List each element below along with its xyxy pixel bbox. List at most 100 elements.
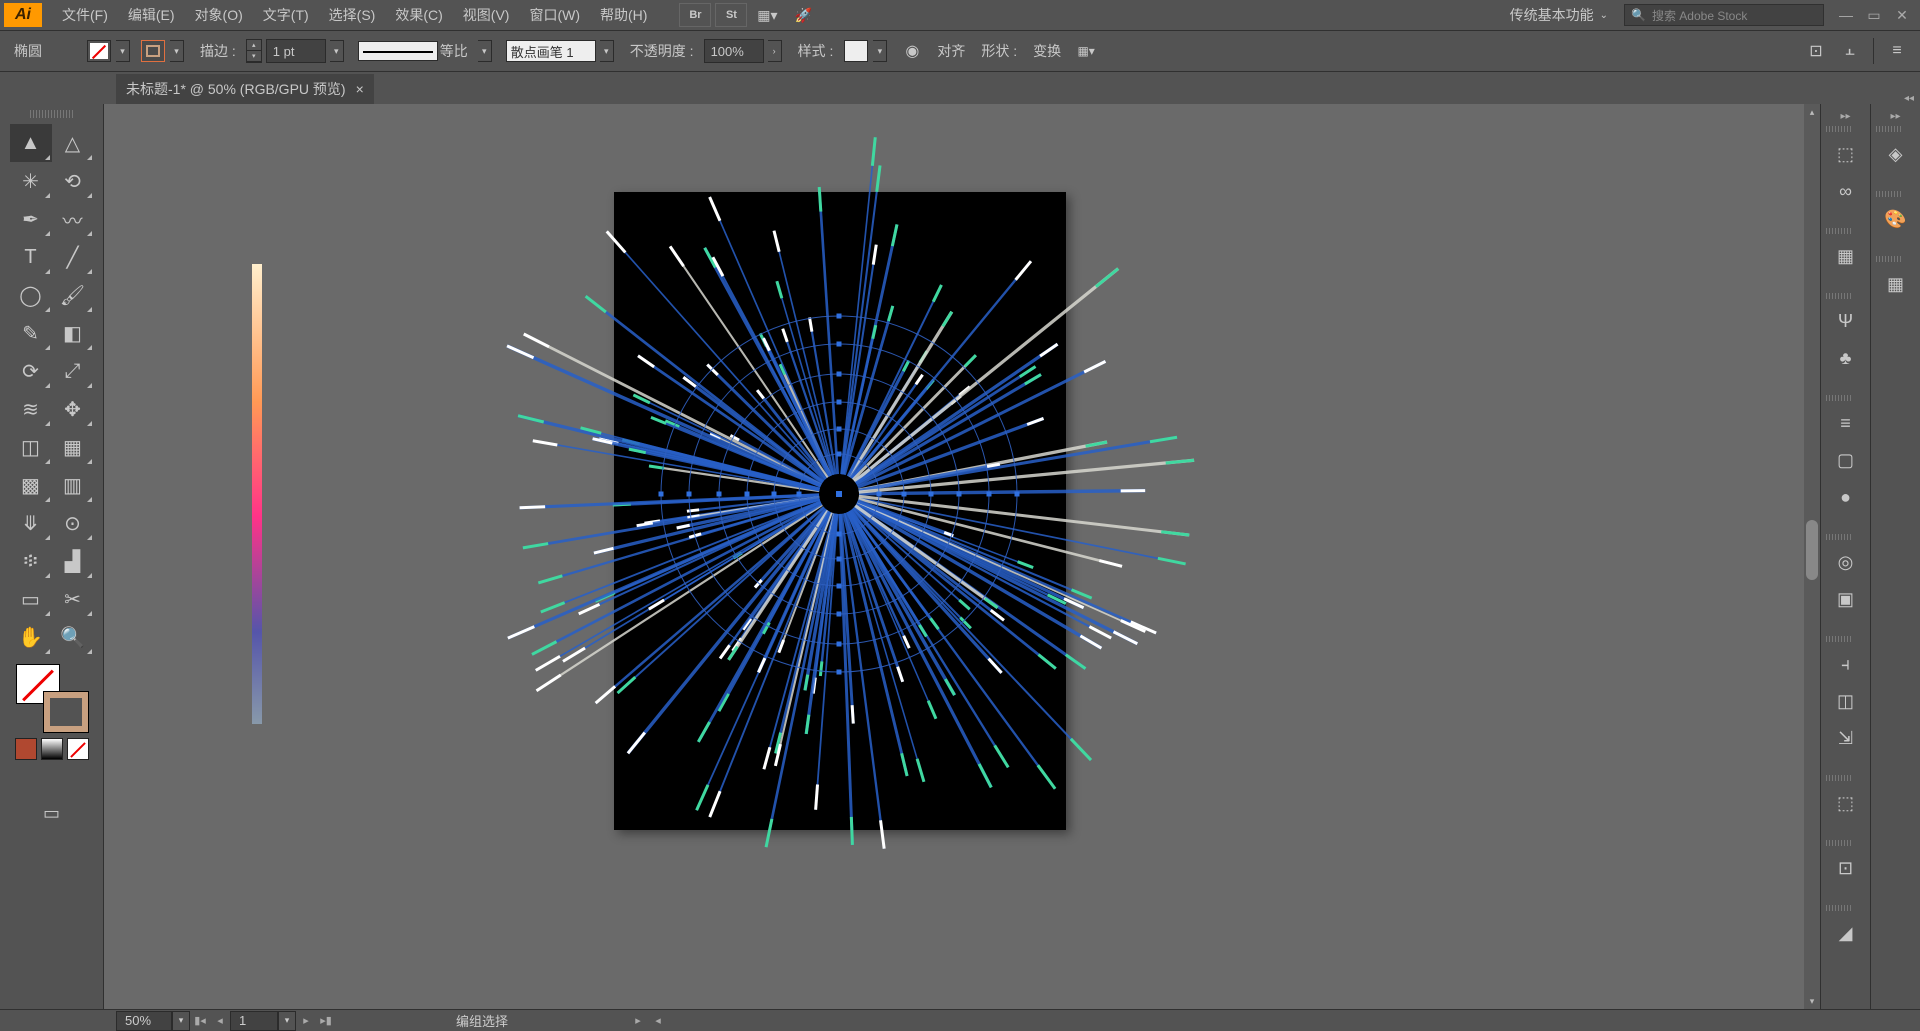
vertical-scrollbar[interactable]: ▴ ▾ [1804, 104, 1820, 1009]
fill-swatch[interactable] [87, 40, 111, 62]
transform-anchor-icon[interactable]: ▦▾ [1071, 38, 1101, 64]
gradient-annotator[interactable] [252, 264, 262, 724]
direct-select-tool[interactable]: △ [52, 124, 94, 162]
scroll-down-icon[interactable]: ▾ [1804, 993, 1820, 1009]
menu-edit[interactable]: 编辑(E) [118, 0, 185, 31]
variable-width-profile[interactable] [358, 41, 438, 61]
stock-icon[interactable]: St [715, 3, 747, 27]
minimize-button[interactable]: — [1832, 3, 1860, 27]
panel-grip[interactable] [1826, 293, 1852, 299]
blend-modes-panel-icon[interactable]: ● [1826, 479, 1866, 515]
toolbox-grip[interactable] [30, 110, 74, 118]
panel-grip[interactable] [1876, 256, 1902, 262]
style-dropdown[interactable]: ▾ [873, 40, 887, 62]
menu-window[interactable]: 窗口(W) [519, 0, 590, 31]
mesh-tool[interactable]: ▩ [10, 466, 52, 504]
ellipse-tool[interactable]: ◯ [10, 276, 52, 314]
shape-prop-label[interactable]: 形状 : [981, 41, 1017, 61]
curvature-tool[interactable]: 〰 [52, 200, 94, 238]
fill-dropdown[interactable]: ▾ [116, 40, 130, 62]
type-tool[interactable]: T [10, 238, 52, 276]
expand-panels-icon[interactable]: ▸▸ [1821, 110, 1870, 122]
creative-cloud-panel-icon[interactable]: ∞ [1826, 173, 1866, 209]
search-input[interactable]: 🔍 搜索 Adobe Stock [1624, 4, 1824, 26]
perspective-tool[interactable]: ▦ [52, 428, 94, 466]
align-label[interactable]: 对齐 [937, 41, 965, 61]
panel-grip[interactable] [1826, 534, 1852, 540]
panel-grip[interactable] [1826, 775, 1852, 781]
stroke-weight-dropdown[interactable]: ▾ [330, 40, 344, 62]
stroke-weight-stepper[interactable]: ▴▾ [246, 39, 262, 63]
panel-grip[interactable] [1826, 840, 1852, 846]
opacity-field[interactable]: 100% [704, 39, 764, 63]
panel-grip[interactable] [1826, 395, 1852, 401]
menu-select[interactable]: 选择(S) [319, 0, 386, 31]
last-artboard-icon[interactable]: ▸▮ [317, 1012, 335, 1030]
lasso-tool[interactable]: ⟲ [52, 162, 94, 200]
shape-builder-tool[interactable]: ◫ [10, 428, 52, 466]
properties-panel-icon[interactable]: ▦ [1826, 238, 1866, 274]
panel-grip[interactable] [1876, 126, 1902, 132]
recolor-artwork-icon[interactable]: ◉ [897, 38, 927, 64]
arrange-documents-icon[interactable]: ▦▾ [751, 3, 783, 27]
profile-dropdown[interactable]: ▾ [478, 40, 492, 62]
eyedropper-tool[interactable]: ⤋ [10, 504, 52, 542]
document-tab[interactable]: 未标题-1* @ 50% (RGB/GPU 预览) × [116, 74, 374, 104]
menu-type[interactable]: 文字(T) [253, 0, 319, 31]
asset-export-panel-icon[interactable]: ⊡ [1826, 850, 1866, 886]
pencil-tool[interactable]: ✎ [10, 314, 52, 352]
menu-help[interactable]: 帮助(H) [590, 0, 657, 31]
gpu-icon[interactable]: 🚀 [787, 3, 819, 27]
zoom-tool[interactable]: 🔍 [52, 618, 94, 656]
color-mode-gradient[interactable] [41, 738, 63, 760]
canvas[interactable]: ▴ ▾ [104, 104, 1820, 1009]
fill-stroke-control[interactable] [10, 662, 94, 734]
free-transform-tool[interactable]: ✥ [52, 390, 94, 428]
artboard-tool[interactable]: ▭ [10, 580, 52, 618]
workspace-switcher[interactable]: 传统基本功能 ⌄ [1502, 1, 1616, 29]
stroke-indicator[interactable] [44, 692, 88, 732]
artboards-panel-panel-icon[interactable]: ◢ [1826, 915, 1866, 951]
panel-grip[interactable] [1826, 228, 1852, 234]
rotate-tool[interactable]: ⟳ [10, 352, 52, 390]
brush-definition[interactable]: 散点画笔 1 [506, 40, 596, 62]
stroke-swatch[interactable] [141, 40, 165, 62]
align-pixel-icon[interactable]: ⫠ [1835, 38, 1865, 64]
zoom-field[interactable]: 50% [116, 1011, 172, 1031]
scroll-up-icon[interactable]: ▴ [1804, 104, 1820, 120]
bridge-icon[interactable]: Br [679, 3, 711, 27]
first-artboard-icon[interactable]: ▮◂ [191, 1012, 209, 1030]
magic-wand-tool[interactable]: ✳ [10, 162, 52, 200]
color-mode-solid[interactable] [15, 738, 37, 760]
color-mode-none[interactable] [67, 738, 89, 760]
menu-view[interactable]: 视图(V) [453, 0, 520, 31]
expand-panels-icon-b[interactable]: ▸▸ [1871, 110, 1920, 122]
menu-file[interactable]: 文件(F) [52, 0, 118, 31]
line-tool[interactable]: ╱ [52, 238, 94, 276]
transform-label[interactable]: 变换 [1033, 41, 1061, 61]
opacity-dropdown[interactable]: › [768, 40, 782, 62]
artboard-dropdown[interactable]: ▾ [278, 1011, 296, 1031]
cc-libraries-panel-icon[interactable]: ⬚ [1826, 136, 1866, 172]
eraser-tool[interactable]: ◧ [52, 314, 94, 352]
close-window-button[interactable]: ✕ [1888, 3, 1916, 27]
width-tool[interactable]: ≋ [10, 390, 52, 428]
status-menu-icon[interactable]: ▸ [629, 1012, 647, 1030]
zoom-dropdown[interactable]: ▾ [172, 1011, 190, 1031]
brushes-panel-icon[interactable]: Ψ [1826, 303, 1866, 339]
panel-grip[interactable] [1876, 191, 1902, 197]
graphic-style-swatch[interactable] [844, 40, 868, 62]
maximize-button[interactable]: ▭ [1860, 3, 1888, 27]
gradient-tool[interactable]: ▥ [52, 466, 94, 504]
panel-menu-icon[interactable]: ≡ [1882, 38, 1912, 64]
isolate-icon[interactable]: ⊡ [1801, 38, 1831, 64]
appearance-panel-icon[interactable]: ◎ [1826, 544, 1866, 580]
graphic-styles-panel-icon[interactable]: ▢ [1826, 442, 1866, 478]
scrollbar-thumb[interactable] [1806, 520, 1818, 580]
transparency-panel-icon[interactable]: ▣ [1826, 581, 1866, 617]
menu-object[interactable]: 对象(O) [185, 0, 253, 31]
stroke-panel-icon[interactable]: ≡ [1826, 405, 1866, 441]
artboard[interactable] [614, 192, 1066, 830]
hand-tool[interactable]: ✋ [10, 618, 52, 656]
artboard-number-field[interactable]: 1 [230, 1011, 278, 1031]
